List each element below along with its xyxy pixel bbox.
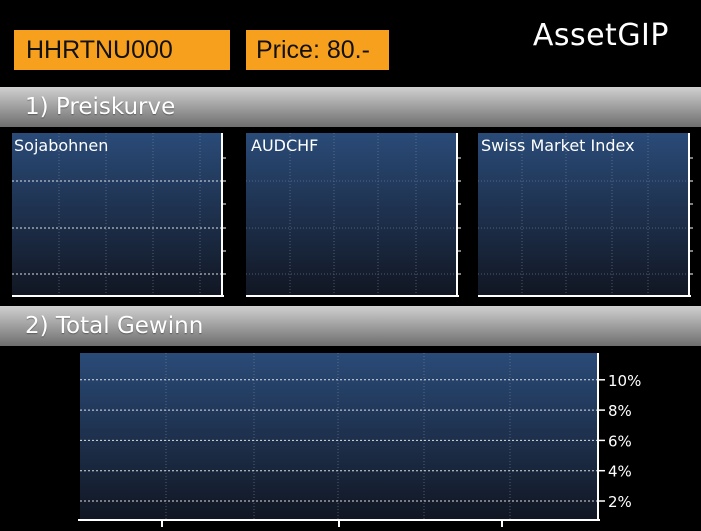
y-tick-label: 4% [608,463,632,481]
price-chart-smi: Swiss Market Index [478,131,694,301]
price-chart-smi-plot [478,133,693,297]
price-chart-audchf-plot [246,133,461,297]
section-total-gain-header: 2) Total Gewinn [0,306,701,346]
plot-area [12,133,222,296]
section-price-curve-header: 1) Preiskurve [0,87,701,127]
price-chart-audchf: AUDCHF [246,131,462,301]
price-chart-title: Sojabohnen [14,136,109,155]
x-ticks [161,520,503,527]
total-gain-chart: 10% 8% 6% 4% 2% [78,351,701,531]
plot-area [80,353,598,520]
price-chart-title: AUDCHF [251,136,319,155]
price-chart-title: Swiss Market Index [481,136,635,155]
plot-area [478,133,689,296]
page: HHRTNU000 Price: 80.- AssetGIP 1) Preisk… [0,0,701,531]
y-ticks: 10% 8% 6% 4% 2% [598,372,641,511]
brand-logo: AssetGIP [532,18,669,53]
plot-area [246,133,457,296]
y-tick-label: 6% [608,432,632,450]
total-gain-chart-plot: 10% 8% 6% 4% 2% [78,353,641,527]
price-badge: Price: 80.- [246,30,389,70]
y-tick-label: 2% [608,493,632,511]
price-chart-soybeans: Sojabohnen [12,131,226,301]
y-tick-label: 10% [608,372,641,390]
asset-code-badge: HHRTNU000 [14,30,230,70]
y-tick-label: 8% [608,402,632,420]
price-chart-soybeans-plot [12,133,226,297]
